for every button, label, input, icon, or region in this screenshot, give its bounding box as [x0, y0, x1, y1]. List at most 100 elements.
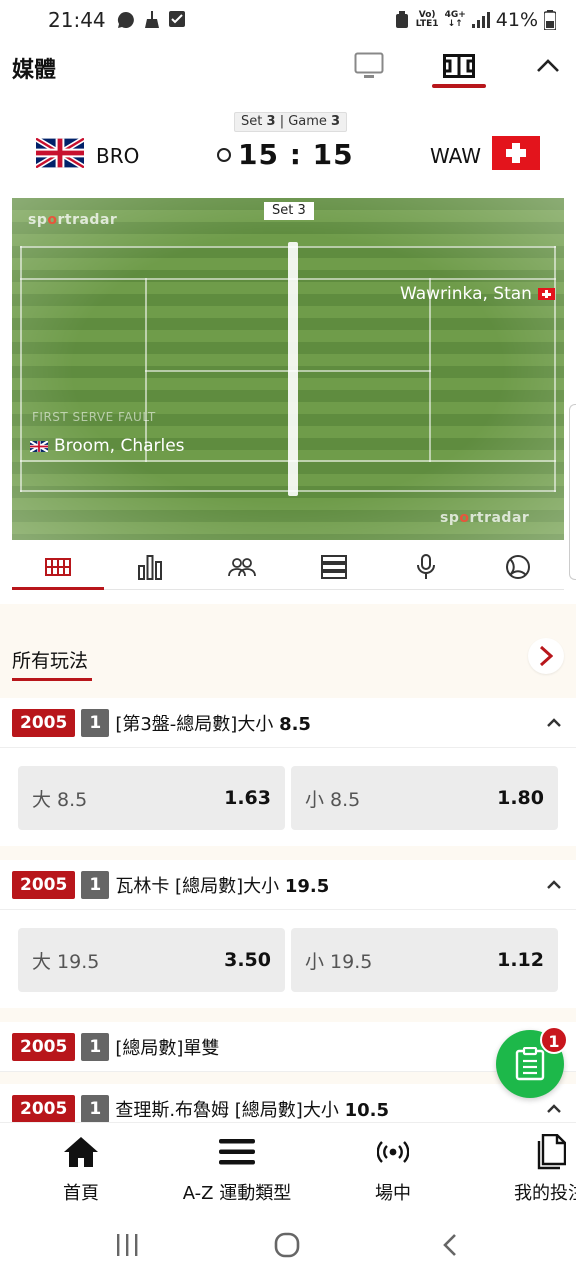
field-tracker-icon — [443, 54, 475, 78]
live-tracker-button[interactable] — [431, 42, 487, 90]
nav-sports-az[interactable]: A-Z 運動類型 — [167, 1133, 307, 1205]
odds-row: 大 19.5 3.50 小 19.5 1.12 — [0, 910, 576, 1008]
tab-court[interactable] — [12, 544, 104, 590]
court-tracker: sportradar sportradar Set 3 Wawrinka, St… — [12, 198, 564, 540]
chevron-up-icon — [537, 59, 559, 72]
checkbox-icon — [168, 11, 185, 27]
back-button[interactable] — [438, 1230, 462, 1260]
chevron-up-icon — [547, 1103, 561, 1113]
microphone-icon — [417, 553, 435, 579]
notification-icons — [116, 10, 186, 30]
serving-ball-icon — [217, 148, 231, 162]
market-number-badge: 1 — [81, 1032, 110, 1061]
market-title: 查理斯.布魯姆 [總局數]大小 10.5 — [115, 1099, 389, 1121]
court-line — [554, 246, 556, 492]
sportradar-logo: sportradar — [440, 510, 530, 526]
list-icon — [321, 554, 347, 579]
volte-indicator: Vo) LTE1 — [415, 10, 439, 29]
market-header[interactable]: 2005 1 瓦林卡 [總局數]大小 19.5 — [0, 860, 576, 910]
odds-button-over[interactable]: 大 8.5 1.63 — [18, 766, 285, 830]
market-card: 2005 1 [第3盤-總局數]大小 8.5 大 8.5 1.63 小 8.5 … — [0, 698, 576, 846]
market-title: [總局數]單雙 — [115, 1037, 220, 1059]
collapse-market-button[interactable] — [544, 712, 564, 732]
market-header[interactable]: 2005 1 查理斯.布魯姆 [總局數]大小 10.5 — [0, 1084, 576, 1122]
documents-icon — [537, 1134, 566, 1170]
betslip-button[interactable]: 1 — [496, 1026, 568, 1098]
bar-chart-icon — [138, 554, 162, 580]
market-number-badge: 1 — [81, 870, 110, 899]
market-number-badge: 1 — [81, 1094, 110, 1122]
home-system-button[interactable] — [272, 1230, 302, 1260]
player-home-label: Broom, Charles — [30, 436, 185, 456]
broom-icon — [144, 11, 159, 28]
clock: 21:44 — [48, 8, 106, 32]
players-icon — [228, 557, 256, 576]
court-net — [288, 242, 298, 496]
more-markets-button[interactable] — [528, 638, 564, 674]
menu-icon — [219, 1139, 255, 1165]
alarm-icon — [395, 11, 408, 28]
betslip-count-badge: 1 — [540, 1026, 568, 1054]
tab-head-to-head[interactable] — [196, 544, 288, 589]
market-header[interactable]: 2005 1 [第3盤-總局數]大小 8.5 — [0, 698, 576, 748]
nav-live[interactable]: 場中 — [323, 1133, 463, 1205]
tracker-tabs — [12, 544, 564, 590]
active-media-indicator — [432, 84, 486, 88]
odds-button-under[interactable]: 小 8.5 1.80 — [291, 766, 558, 830]
away-team-code: WAW — [430, 144, 482, 168]
odds-button-under[interactable]: 小 19.5 1.12 — [291, 928, 558, 992]
market-title: [第3盤-總局數]大小 8.5 — [115, 713, 311, 735]
markets-panel: 所有玩法 2005 1 [第3盤-總局數]大小 8.5 大 8.5 1.63 小… — [0, 604, 576, 1122]
tab-commentary[interactable] — [380, 544, 472, 589]
tennis-ball-icon — [506, 554, 530, 579]
market-number-badge: 1 — [81, 708, 110, 737]
battery-icon — [544, 10, 556, 30]
sportradar-logo: sportradar — [28, 212, 118, 228]
set-game-badge: Set 3 | Game 3 — [234, 112, 348, 132]
market-card: 2005 1 查理斯.布魯姆 [總局數]大小 10.5 — [0, 1084, 576, 1122]
court-line — [20, 246, 22, 492]
home-team-code: BRO — [96, 144, 140, 168]
system-navigation — [0, 1214, 576, 1280]
chevron-up-icon — [547, 717, 561, 727]
event-text: FIRST SERVE FAULT — [32, 410, 156, 424]
live-broadcast-icon — [377, 1141, 409, 1163]
tab-scoreboard[interactable] — [288, 544, 380, 589]
player-away-label: Wawrinka, Stan — [400, 284, 555, 304]
live-video-button[interactable] — [341, 42, 397, 90]
market-code-badge: 2005 — [12, 870, 76, 899]
back-chevron-icon — [443, 1234, 456, 1256]
recent-apps-icon — [117, 1234, 138, 1256]
uk-flag-icon — [30, 440, 48, 452]
swiss-flag-icon — [492, 136, 540, 170]
odds-button-over[interactable]: 大 19.5 3.50 — [18, 928, 285, 992]
collapse-market-button[interactable] — [544, 1098, 564, 1118]
market-header[interactable]: 2005 1 [總局數]單雙 — [0, 1022, 576, 1072]
tab-points[interactable] — [472, 544, 564, 589]
market-code-badge: 2005 — [12, 1032, 76, 1061]
home-circle-icon — [274, 1232, 300, 1258]
recent-apps-button[interactable] — [114, 1230, 140, 1260]
monitor-icon — [354, 52, 384, 78]
swiss-flag-icon — [537, 288, 555, 300]
odds-row: 大 8.5 1.63 小 8.5 1.80 — [0, 748, 576, 846]
chat-bubble-icon — [117, 11, 134, 28]
chevron-up-icon — [547, 879, 561, 889]
edge-panel-handle[interactable] — [569, 404, 576, 580]
bottom-navigation: 首頁 A-Z 運動類型 場中 我的投注 — [0, 1122, 576, 1214]
current-score: 15 : 15 — [238, 138, 354, 171]
nav-home[interactable]: 首頁 — [11, 1133, 151, 1205]
collapse-media-button[interactable] — [526, 46, 570, 86]
market-title: 瓦林卡 [總局數]大小 19.5 — [115, 875, 330, 897]
data-indicator: 4G+ ↓↑ — [444, 10, 466, 29]
tab-statistics[interactable] — [104, 544, 196, 589]
scoreboard: Set 3 | Game 3 BRO 15 : 15 WAW — [0, 108, 576, 190]
media-title: 媒體 — [12, 58, 57, 83]
collapse-market-button[interactable] — [544, 874, 564, 894]
active-tab-indicator — [12, 678, 92, 681]
uk-flag-icon — [36, 138, 84, 168]
signal-icon — [471, 12, 490, 28]
all-plays-tab[interactable]: 所有玩法 — [12, 646, 88, 673]
chevron-right-icon — [539, 645, 553, 667]
nav-my-bets[interactable]: 我的投注 — [480, 1133, 576, 1205]
